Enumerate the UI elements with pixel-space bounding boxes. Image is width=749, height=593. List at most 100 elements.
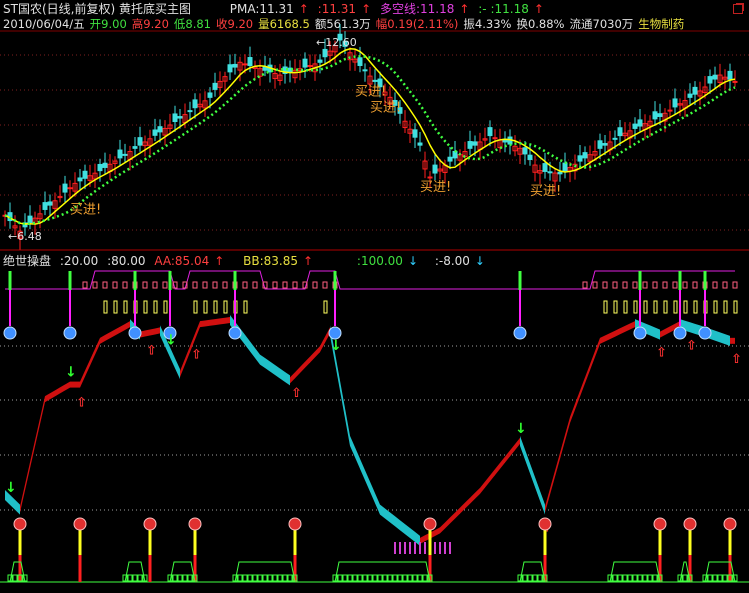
candle-body — [582, 152, 588, 159]
oscillator-band — [255, 347, 260, 365]
oscillator-band — [155, 327, 160, 335]
oscillator-band — [285, 371, 290, 386]
green-block — [362, 574, 368, 582]
candle-body — [427, 176, 433, 179]
oscillator-band — [180, 358, 185, 378]
pink-block — [602, 281, 608, 289]
pink-block — [582, 281, 588, 289]
oscillator-band — [30, 440, 35, 469]
candle-body — [82, 170, 88, 179]
pink-block — [112, 281, 118, 289]
candle-body — [207, 92, 213, 98]
oscillator-band — [90, 348, 95, 366]
oscillator-band — [170, 347, 175, 369]
pink-block — [162, 281, 168, 289]
candle-body — [372, 79, 378, 82]
candle-body — [137, 137, 143, 146]
candle-body — [727, 70, 733, 80]
buy-annotation: 买进! — [370, 100, 401, 115]
yellow-block — [693, 300, 698, 314]
yellow-block — [153, 300, 158, 314]
oscillator-band — [665, 326, 670, 335]
oscillator-band — [375, 493, 380, 515]
candle-body — [637, 119, 643, 127]
oscillator-band — [305, 356, 310, 368]
candle-body — [632, 123, 638, 129]
magenta-hatch — [424, 542, 426, 554]
red-ball-icon — [143, 517, 157, 531]
candle-body — [692, 86, 698, 95]
oscillator-band — [80, 370, 85, 388]
candle-body — [412, 129, 418, 138]
yellow-block — [203, 300, 208, 314]
yellow-block — [653, 300, 658, 314]
green-block — [347, 574, 353, 582]
oscillator-band — [360, 458, 365, 481]
magenta-hatch — [409, 542, 411, 554]
candle-body — [172, 113, 178, 123]
green-block — [632, 574, 638, 582]
pink-block — [662, 281, 668, 289]
blue-ball-icon — [673, 326, 687, 340]
green-block — [717, 574, 723, 582]
candle-body — [177, 116, 183, 119]
candle-body — [597, 140, 603, 149]
oscillator-band — [585, 364, 590, 384]
up-arrow-icon: ⇧ — [191, 348, 202, 363]
candle-body — [302, 58, 308, 68]
oscillator-band — [540, 490, 545, 515]
pink-block — [142, 281, 148, 289]
green-block — [382, 574, 388, 582]
green-block — [267, 574, 273, 582]
green-block — [237, 574, 243, 582]
oscillator-band — [125, 321, 130, 330]
oscillator-band — [295, 367, 300, 379]
yellow-block — [113, 300, 118, 314]
buy-annotation: 买进! — [530, 184, 561, 199]
green-block — [242, 574, 248, 582]
yellow-block — [193, 300, 198, 314]
oscillator-band — [690, 322, 695, 334]
oscillator-band — [205, 319, 210, 327]
oscillator-band — [570, 403, 575, 423]
candle-body — [187, 110, 193, 113]
green-block — [712, 574, 718, 582]
oscillator-band — [435, 527, 440, 537]
pink-block — [82, 281, 88, 289]
green-block — [627, 574, 633, 582]
magenta-hatch — [449, 542, 451, 554]
blue-ball-icon — [633, 326, 647, 340]
buy-annotation: 买进! — [355, 84, 386, 99]
blue-ball-icon — [128, 326, 142, 340]
green-block — [367, 574, 373, 582]
oscillator-band — [340, 380, 345, 419]
green-block — [532, 574, 538, 582]
oscillator-band — [410, 528, 415, 542]
red-ball-icon — [73, 517, 87, 531]
oscillator-band — [590, 351, 595, 371]
oscillator-band — [335, 353, 340, 391]
oscillator-band — [105, 332, 110, 342]
candle-body — [522, 147, 528, 155]
candle-body — [42, 202, 48, 210]
candle-body — [687, 93, 693, 98]
pink-block — [682, 281, 688, 289]
magenta-hatch — [419, 542, 421, 554]
oscillator-band — [100, 335, 105, 344]
red-ball-icon — [423, 517, 437, 531]
oscillator-band — [440, 522, 445, 534]
green-block — [617, 574, 623, 582]
green-block — [127, 574, 133, 582]
oscillator-band — [620, 325, 625, 335]
down-arrow-icon: ↓ — [65, 365, 77, 381]
red-ball-icon — [653, 517, 667, 531]
candle-body — [657, 113, 663, 117]
oscillator-band — [470, 492, 475, 504]
candle-body — [192, 99, 198, 109]
candle-body — [527, 154, 533, 160]
stock-chart[interactable]: ←12.60←6.48买进!买进!买进!买进!买进!↓↓↓↓↓⇧⇧⇧⇧⇧⇧⇧⇧ — [0, 0, 749, 593]
oscillator-band — [505, 450, 510, 463]
green-block — [527, 574, 533, 582]
green-block — [412, 574, 418, 582]
pink-block — [612, 281, 618, 289]
